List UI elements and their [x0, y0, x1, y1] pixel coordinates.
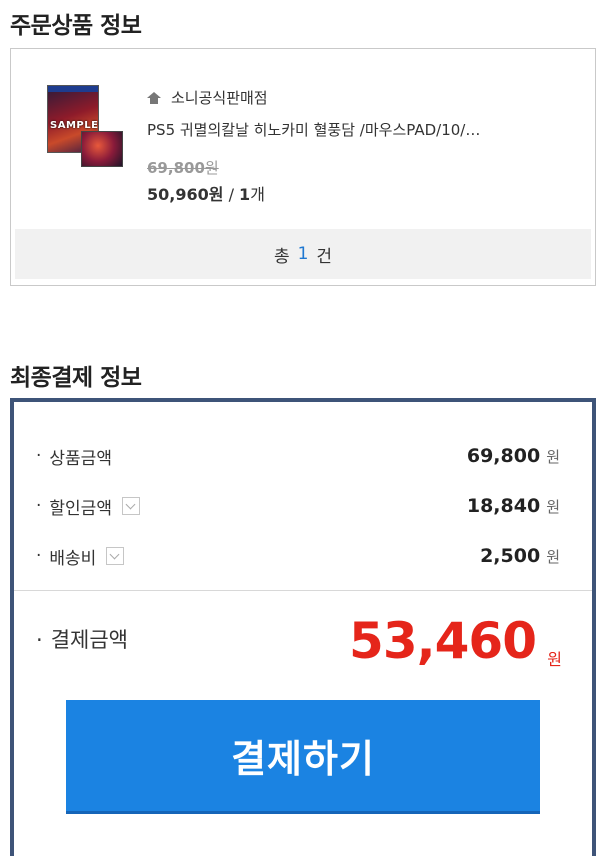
- pay-row-label: 배송비: [49, 548, 97, 569]
- pay-row-amount: 69,800: [466, 445, 541, 467]
- divider: [14, 590, 592, 591]
- pay-row-amount: 2,500: [480, 545, 541, 567]
- pay-row-unit: 원: [546, 447, 560, 466]
- original-price-value: 69,800: [147, 159, 205, 177]
- total-count: 1: [297, 244, 309, 264]
- final-amount-value: 53,460: [349, 612, 537, 670]
- total-prefix: 총: [273, 246, 290, 267]
- bullet: ·: [36, 546, 42, 566]
- pay-button[interactable]: 결제하기: [66, 700, 540, 814]
- original-price: 69,800원: [147, 157, 219, 178]
- pay-row-discount-amount: · 할인금액 18,840 원: [36, 492, 560, 520]
- chevron-down-icon[interactable]: [121, 497, 140, 515]
- pay-row-label: 상품금액: [49, 448, 112, 469]
- total-suffix: 건: [316, 246, 333, 267]
- order-total-bar: 총 1 건: [15, 229, 591, 279]
- product-thumbnail[interactable]: SAMPLE: [47, 85, 125, 171]
- payment-box: · 상품금액 69,800 원 · 할인금액 18,840 원 · 배송비 2,500…: [10, 398, 596, 856]
- sale-price-unit: 원: [208, 185, 224, 204]
- bundle-item-image: [81, 131, 123, 167]
- final-amount-unit: 원: [547, 650, 562, 669]
- store-row[interactable]: 소니공식판매점: [147, 87, 268, 108]
- sale-price: 50,960원 / 1개: [147, 181, 265, 205]
- pay-row-label: 할인금액: [49, 498, 112, 519]
- bullet: ·: [36, 446, 42, 466]
- home-icon: [147, 91, 161, 104]
- pay-row-amount: 18,840: [466, 495, 541, 517]
- sample-watermark: SAMPLE: [50, 120, 99, 131]
- chevron-down-icon[interactable]: [106, 547, 125, 565]
- bullet: ·: [36, 496, 42, 516]
- store-name[interactable]: 소니공식판매점: [171, 87, 268, 108]
- pay-row-unit: 원: [546, 547, 560, 566]
- product-name[interactable]: PS5 귀멸의칼날 히노카미 혈풍담 /마우스PAD/10/…: [147, 119, 557, 140]
- pay-row-product-amount: · 상품금액 69,800 원: [36, 442, 560, 470]
- sale-price-value: 50,960: [147, 185, 209, 204]
- final-amount-label: · 결제금액: [36, 628, 128, 652]
- original-price-unit: 원: [204, 159, 219, 177]
- price-separator: /: [223, 185, 240, 204]
- order-product-box: SAMPLE 소니공식판매점 PS5 귀멸의칼날 히노카미 혈풍담 /마우스PA…: [10, 48, 596, 286]
- quantity-unit: 개: [250, 185, 265, 204]
- payment-section-title: 최종결제 정보: [10, 365, 142, 391]
- quantity-value: 1: [239, 185, 251, 204]
- order-section-title: 주문상품 정보: [10, 13, 142, 39]
- pay-row-shipping-fee: · 배송비 2,500 원: [36, 542, 560, 570]
- pay-row-unit: 원: [546, 497, 560, 516]
- bullet: ·: [36, 628, 43, 652]
